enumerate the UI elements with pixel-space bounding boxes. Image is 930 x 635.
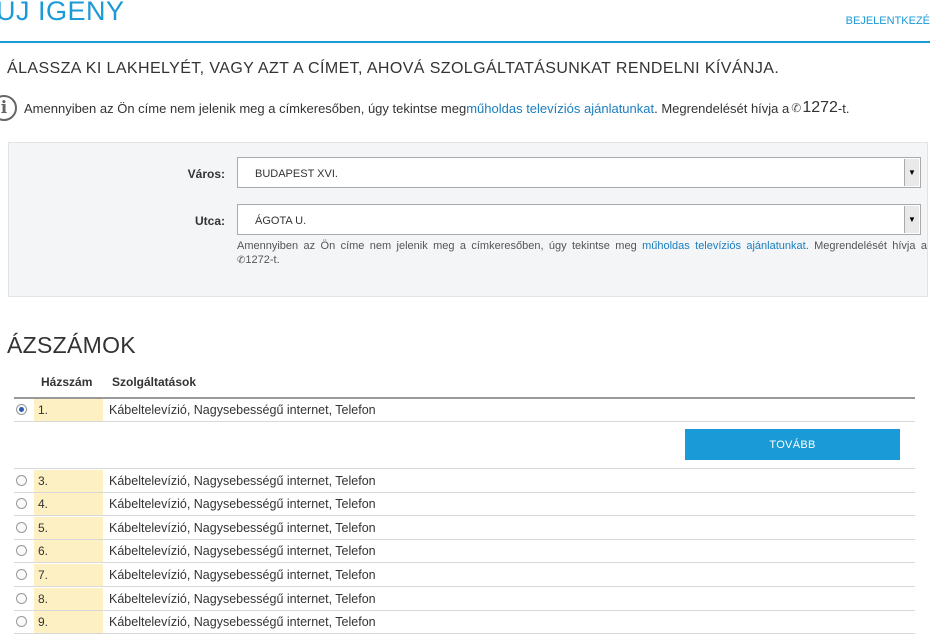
house-radio[interactable] bbox=[16, 545, 27, 556]
header-divider bbox=[0, 41, 930, 43]
house-services: Kábeltelevízió, Nagysebességű internet, … bbox=[109, 521, 376, 535]
house-number: 9. bbox=[34, 611, 103, 633]
dropdown-arrow-icon[interactable]: ▼ bbox=[904, 159, 919, 186]
street-select[interactable]: ÁGOTA U. ▼ bbox=[237, 204, 921, 235]
table-row[interactable]: 8. Kábeltelevízió, Nagysebességű interne… bbox=[14, 588, 915, 611]
login-link[interactable]: BEJELENTKEZÉ bbox=[846, 15, 930, 27]
house-radio[interactable] bbox=[16, 498, 27, 509]
city-select[interactable]: BUDAPEST XVI. ▼ bbox=[237, 157, 921, 188]
house-services: Kábeltelevízió, Nagysebességű internet, … bbox=[109, 497, 376, 511]
house-services: Kábeltelevízió, Nagysebességű internet, … bbox=[109, 403, 376, 417]
table-row[interactable]: 9. Kábeltelevízió, Nagysebességű interne… bbox=[14, 611, 915, 634]
city-label: Város: bbox=[187, 167, 225, 181]
house-number: 6. bbox=[34, 540, 103, 562]
table-row[interactable]: 7. Kábeltelevízió, Nagysebességű interne… bbox=[14, 564, 915, 587]
satellite-offer-link[interactable]: műholdas televíziós ajánlatunkat bbox=[466, 101, 654, 116]
selected-row-actions: TOVÁBB bbox=[14, 422, 915, 469]
note-satellite-link[interactable]: műholdas televíziós ajánlatunkat bbox=[642, 240, 806, 252]
table-row[interactable]: 1. Kábeltelevízió, Nagysebességű interne… bbox=[14, 399, 915, 422]
house-radio[interactable] bbox=[16, 616, 27, 627]
phone-icon: ✆ bbox=[791, 101, 802, 115]
table-row[interactable]: 3. Kábeltelevízió, Nagysebességű interne… bbox=[14, 470, 915, 493]
house-radio[interactable] bbox=[16, 475, 27, 486]
address-notice: i Amennyiben az Ön címe nem jelenik meg … bbox=[0, 92, 849, 124]
notice-text-before: Amennyiben az Ön címe nem jelenik meg a … bbox=[24, 100, 467, 116]
heading-first-letter: H bbox=[0, 326, 7, 353]
address-heading: ÁLASSZA KI LAKHELYÉT, VAGY AZT A CÍMET, … bbox=[7, 60, 780, 77]
notice-text-after: . Megrendelését hívja a bbox=[654, 100, 790, 116]
house-radio[interactable] bbox=[16, 569, 27, 580]
note-phone: 1272-t. bbox=[245, 254, 280, 266]
street-value: ÁGOTA U. bbox=[255, 215, 307, 227]
phone-number: 1272 bbox=[802, 99, 838, 116]
dropdown-arrow-icon[interactable]: ▼ bbox=[904, 206, 919, 233]
house-number: 4. bbox=[34, 493, 103, 515]
heading-text: ÁZSZÁMOK bbox=[7, 332, 136, 358]
table-row[interactable]: 4. Kábeltelevízió, Nagysebességű interne… bbox=[14, 493, 915, 516]
table-row[interactable]: 6. Kábeltelevízió, Nagysebességű interne… bbox=[14, 540, 915, 563]
street-help-note: Amennyiben az Ön címe nem jelenik meg a … bbox=[237, 239, 927, 268]
house-radio[interactable] bbox=[16, 593, 27, 604]
house-services: Kábeltelevízió, Nagysebességű internet, … bbox=[109, 474, 376, 488]
table-row[interactable]: 5. Kábeltelevízió, Nagysebességű interne… bbox=[14, 517, 915, 540]
info-icon: i bbox=[0, 95, 17, 121]
house-number: 5. bbox=[34, 517, 103, 539]
house-numbers-heading: HÁZSZÁMOK bbox=[0, 326, 136, 359]
street-label: Utca: bbox=[194, 214, 225, 228]
house-services: Kábeltelevízió, Nagysebességű internet, … bbox=[109, 592, 376, 606]
note-text-before: Amennyiben az Ön címe nem jelenik meg a … bbox=[237, 240, 643, 252]
phone-suffix: -t. bbox=[837, 100, 850, 116]
col-services: Szolgáltatások bbox=[112, 375, 197, 389]
city-value: BUDAPEST XVI. bbox=[255, 168, 338, 180]
house-radio[interactable] bbox=[16, 522, 27, 533]
house-services: Kábeltelevízió, Nagysebességű internet, … bbox=[109, 544, 376, 558]
house-number: 8. bbox=[34, 588, 103, 610]
house-number: 3. bbox=[34, 470, 103, 492]
page-title: ÚJ IGÉNY bbox=[0, 0, 125, 26]
col-house-number: Házszám bbox=[41, 375, 93, 389]
house-radio[interactable] bbox=[16, 404, 27, 415]
house-services: Kábeltelevízió, Nagysebességű internet, … bbox=[109, 568, 376, 582]
address-form-panel: Város: BUDAPEST XVI. ▼ Utca: ÁGOTA U. ▼ … bbox=[8, 142, 928, 297]
house-number: 1. bbox=[34, 399, 103, 421]
next-button[interactable]: TOVÁBB bbox=[685, 429, 900, 460]
note-text-after: . Megrendelését hívja a bbox=[805, 240, 927, 252]
house-services: Kábeltelevízió, Nagysebességű internet, … bbox=[109, 615, 376, 629]
house-number: 7. bbox=[34, 564, 103, 586]
